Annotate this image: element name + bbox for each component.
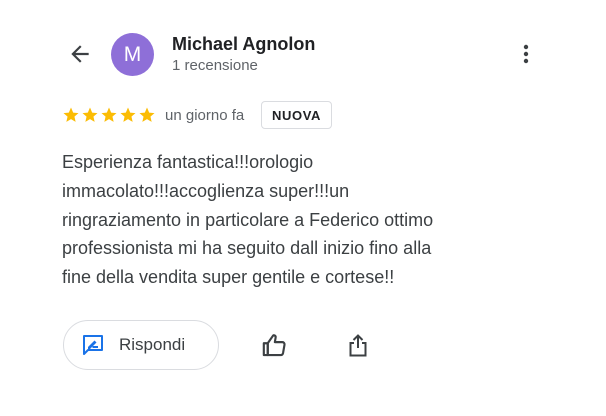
- back-button[interactable]: [60, 34, 100, 74]
- author-review-count: 1 recensione: [172, 57, 258, 74]
- share-button[interactable]: [338, 325, 378, 365]
- avatar-letter: M: [123, 42, 142, 66]
- review-line: ringraziamento in particolare a Federico…: [62, 209, 434, 230]
- review-line: immacolato!!!accoglienza super!!!un: [62, 180, 350, 201]
- review-line: professionista mi ha seguito dall inizio…: [62, 238, 432, 259]
- more-vert-icon: [523, 44, 529, 64]
- rate-review-icon: [83, 335, 103, 355]
- share-icon: [349, 334, 367, 357]
- avatar[interactable]: M: [111, 33, 154, 76]
- more-options-button[interactable]: [508, 34, 544, 74]
- review-text: Esperienza fantastica!!!orologio immacol…: [62, 148, 542, 292]
- review-line: fine della vendita super gentile e corte…: [62, 267, 395, 288]
- arrow-back-icon: [71, 45, 89, 63]
- thumb-up-icon: [262, 333, 286, 356]
- star-icon: [139, 107, 155, 122]
- star-rating: [62, 106, 156, 124]
- star-icon: [82, 107, 98, 122]
- reply-label: Rispondi: [119, 335, 186, 354]
- star-icon: [120, 107, 136, 122]
- star-icon: [63, 107, 79, 122]
- star-icon: [101, 107, 117, 122]
- reply-button[interactable]: Rispondi: [63, 320, 219, 370]
- new-badge: NUOVA: [261, 101, 332, 129]
- review-line: Esperienza fantastica!!!orologio: [62, 152, 314, 172]
- like-button[interactable]: [254, 325, 294, 365]
- review-date: un giorno fa: [165, 107, 245, 124]
- author-name[interactable]: Michael Agnolon: [172, 34, 315, 55]
